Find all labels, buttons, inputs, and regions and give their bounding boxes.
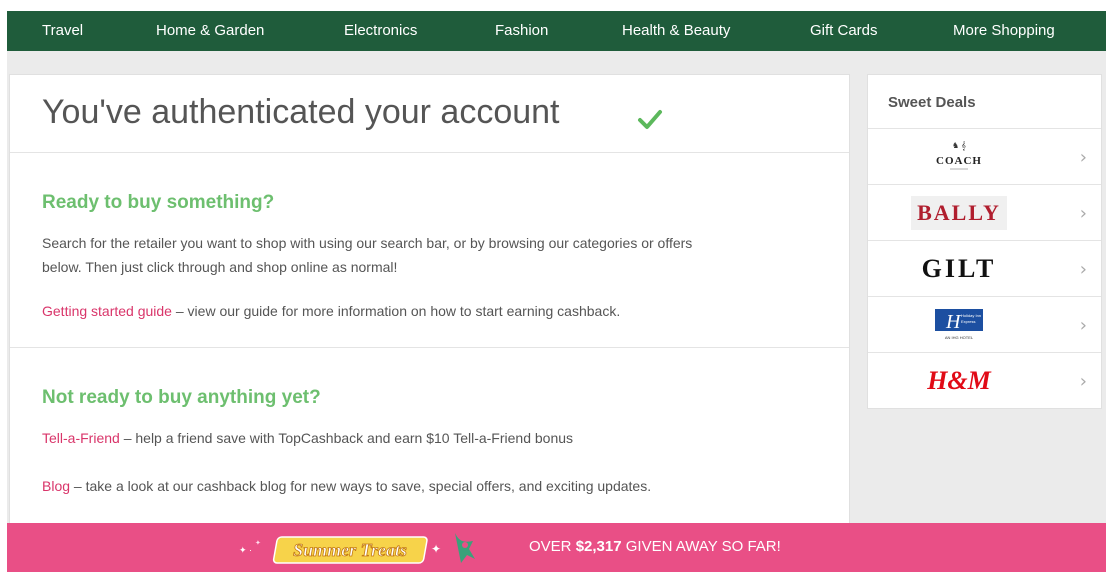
sweet-deals-panel: Sweet Deals ♞ 𝄞 COACH › BALLY › GILT › H… — [867, 74, 1102, 409]
nav-item-gift-cards[interactable]: Gift Cards — [810, 11, 878, 51]
chevron-right-icon: › — [1079, 315, 1087, 336]
tell-a-friend-link[interactable]: Tell-a-Friend — [42, 430, 120, 446]
nav-item-home-garden[interactable]: Home & Garden — [156, 11, 264, 51]
chevron-right-icon: › — [1079, 371, 1087, 392]
coach-logo: ♞ 𝄞 COACH — [898, 129, 1020, 184]
sweet-deals-title: Sweet Deals — [888, 94, 976, 111]
svg-text:AN IHG HOTEL: AN IHG HOTEL — [945, 335, 974, 340]
hm-logo: H&M — [927, 365, 991, 395]
summer-treats-banner[interactable]: ✦ · ✦ Summer Treats ✦ OVER $2,317 GIVEN … — [7, 523, 1106, 572]
nav-item-fashion[interactable]: Fashion — [495, 11, 548, 51]
banner-amount: $2,317 — [575, 538, 622, 555]
bally-logo: BALLY — [898, 185, 1020, 240]
deal-hm[interactable]: H&M › — [868, 352, 1101, 408]
chevron-right-icon: › — [1079, 147, 1087, 168]
guide-paragraph: Getting started guide – view our guide f… — [42, 300, 620, 322]
svg-text:♞ 𝄞: ♞ 𝄞 — [952, 141, 966, 150]
deal-holiday-inn-express[interactable]: H Holiday Inn Express AN IHG HOTEL › — [868, 296, 1101, 352]
deal-coach[interactable]: ♞ 𝄞 COACH › — [868, 128, 1101, 184]
nav-item-more-shopping[interactable]: More Shopping — [953, 11, 1055, 51]
chevron-right-icon: › — [1079, 259, 1087, 280]
ready-text-line2: below. Then just click through and shop … — [42, 259, 398, 275]
not-ready-heading: Not ready to buy anything yet? — [42, 387, 321, 408]
nav-item-health-beauty[interactable]: Health & Beauty — [622, 11, 730, 51]
blog-description: – take a look at our cashback blog for n… — [70, 478, 652, 494]
divider — [10, 152, 849, 153]
chevron-right-icon: › — [1079, 203, 1087, 224]
nav-item-electronics[interactable]: Electronics — [344, 11, 417, 51]
taf-paragraph: Tell-a-Friend – help a friend save with … — [42, 427, 573, 449]
top-nav: Travel Home & Garden Electronics Fashion… — [7, 11, 1106, 51]
blog-link[interactable]: Blog — [42, 478, 70, 494]
holiday-inn-express-logo: H Holiday Inn Express AN IHG HOTEL — [898, 297, 1020, 352]
ready-heading: Ready to buy something? — [42, 192, 275, 213]
svg-text:✦: ✦ — [255, 539, 261, 547]
svg-text:✦: ✦ — [431, 542, 441, 556]
banner-text: OVER $2,317 GIVEN AWAY SO FAR! — [529, 538, 781, 555]
blog-paragraph: Blog – take a look at our cashback blog … — [42, 475, 651, 497]
ready-text-line1: Search for the retailer you want to shop… — [42, 235, 693, 251]
svg-text:COACH: COACH — [936, 155, 982, 167]
deal-gilt[interactable]: GILT › — [868, 240, 1101, 296]
getting-started-link[interactable]: Getting started guide — [42, 303, 172, 319]
svg-text:✦ ·: ✦ · — [239, 545, 252, 555]
svg-text:Summer Treats: Summer Treats — [293, 540, 407, 560]
checkmark-icon — [638, 110, 662, 129]
gilt-logo: GILT — [921, 253, 997, 283]
svg-text:Holiday Inn: Holiday Inn — [961, 313, 981, 318]
svg-text:H: H — [945, 311, 962, 333]
page-title: You've authenticated your account — [42, 93, 560, 131]
taf-description: – help a friend save with TopCashback an… — [119, 430, 574, 446]
summer-treats-logo: ✦ · ✦ Summer Treats ✦ — [239, 533, 475, 564]
divider — [10, 347, 849, 348]
guide-description: – view our guide for more information on… — [171, 303, 621, 319]
svg-text:Express: Express — [961, 319, 975, 324]
deal-bally[interactable]: BALLY › — [868, 184, 1101, 240]
nav-item-travel[interactable]: Travel — [42, 11, 83, 51]
main-card: You've authenticated your account Ready … — [9, 74, 850, 540]
